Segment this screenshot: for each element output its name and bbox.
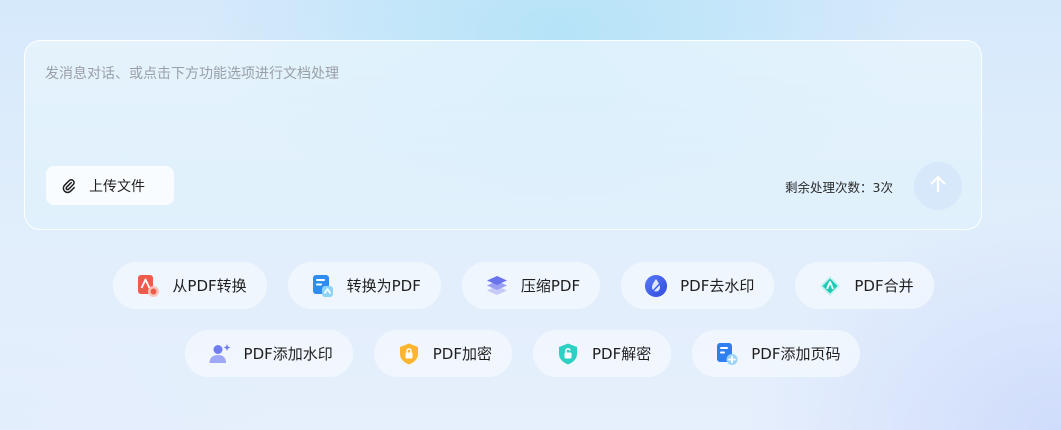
action-label: PDF添加水印 [243, 345, 333, 363]
action-label: 转换为PDF [346, 277, 421, 295]
remaining-count: 3次 [872, 180, 893, 195]
convert-to-pdf-icon [311, 274, 335, 298]
unlock-shield-icon [556, 342, 580, 366]
action-label: PDF去水印 [680, 277, 755, 295]
chat-input-panel: 上传文件 剩余处理次数：3次 [24, 40, 982, 230]
action-label: 从PDF转换 [172, 277, 247, 295]
action-convert-to-pdf[interactable]: 转换为PDF [287, 262, 441, 309]
action-pdf-convert-from[interactable]: 从PDF转换 [113, 262, 267, 309]
quick-actions-row-2: PDF添加水印 PDF加密 PDF解密 PDF添加页码 [0, 330, 1053, 377]
send-button[interactable] [914, 162, 962, 210]
action-decrypt-pdf[interactable]: PDF解密 [533, 330, 672, 377]
chat-message-input[interactable] [45, 63, 945, 143]
paperclip-icon [61, 178, 77, 194]
remove-watermark-icon [644, 274, 668, 298]
lock-shield-icon [397, 342, 421, 366]
action-add-page-number[interactable]: PDF添加页码 [692, 330, 861, 377]
add-watermark-icon [208, 342, 232, 366]
add-page-number-icon [715, 342, 739, 366]
upload-file-button[interactable]: 上传文件 [46, 166, 174, 205]
action-label: PDF合并 [854, 277, 914, 295]
compress-layers-icon [485, 274, 509, 298]
action-label: PDF解密 [592, 345, 652, 363]
pdf-convert-from-icon [136, 274, 160, 298]
action-encrypt-pdf[interactable]: PDF加密 [373, 330, 512, 377]
remaining-label: 剩余处理次数： [785, 180, 873, 195]
action-label: PDF加密 [432, 345, 492, 363]
action-compress-pdf[interactable]: 压缩PDF [461, 262, 601, 309]
arrow-up-icon [927, 173, 949, 199]
action-label: 压缩PDF [520, 277, 581, 295]
action-label: PDF添加页码 [751, 345, 841, 363]
upload-file-label: 上传文件 [89, 178, 145, 195]
remaining-count-text: 剩余处理次数：3次 [785, 177, 893, 196]
action-add-watermark[interactable]: PDF添加水印 [184, 330, 353, 377]
action-remove-watermark[interactable]: PDF去水印 [621, 262, 775, 309]
merge-icon [818, 274, 842, 298]
quick-actions-row-1: 从PDF转换 转换为PDF 压缩PDF PDF去水印 PDF合并 [0, 262, 1054, 309]
action-merge-pdf[interactable]: PDF合并 [795, 262, 934, 309]
